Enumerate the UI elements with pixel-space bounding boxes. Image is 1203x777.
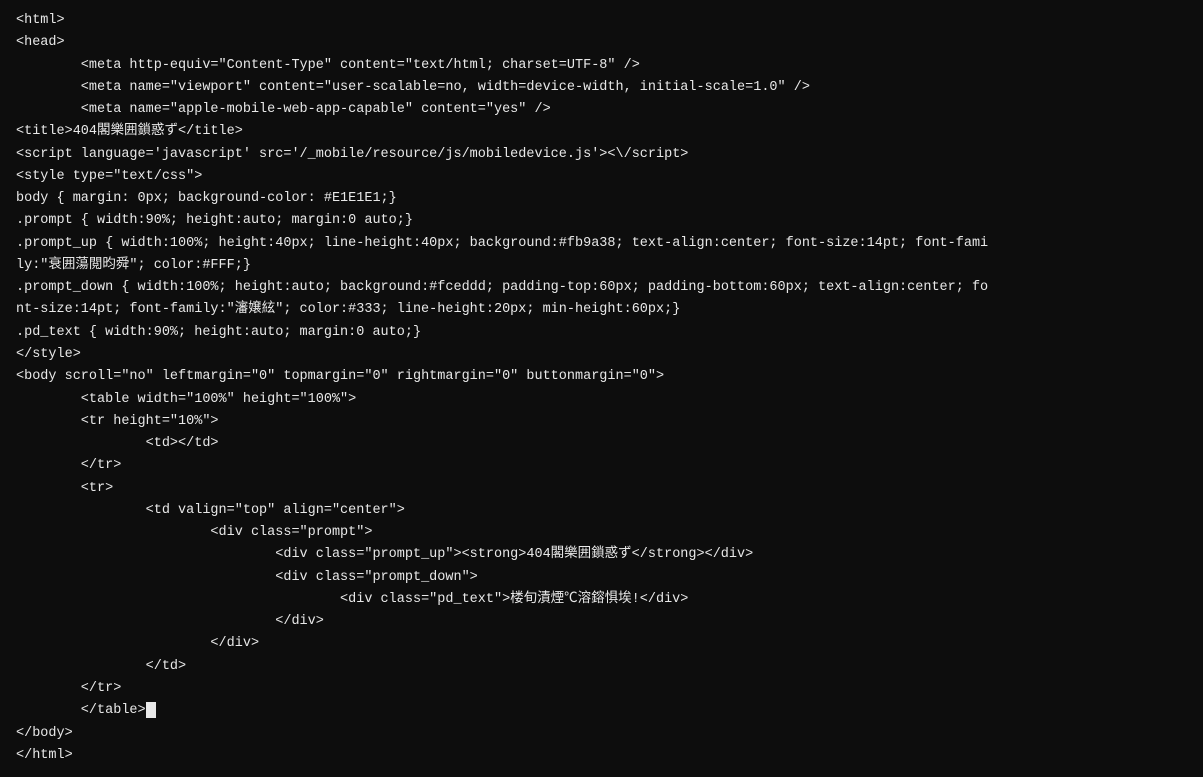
- code-line: ly:"衰囲蕩閲昀舜"; color:#FFF;}: [16, 255, 1187, 277]
- code-line: <td></td>: [16, 433, 1187, 455]
- code-line: <td valign="top" align="center">: [16, 500, 1187, 522]
- code-line: </div>: [16, 633, 1187, 655]
- code-line: <div class="prompt_up"><strong>404閣樂囲鎖惑ず…: [16, 544, 1187, 566]
- code-line: <meta name="apple-mobile-web-app-capable…: [16, 99, 1187, 121]
- code-line: </table>: [16, 700, 1187, 722]
- code-line: .prompt_up { width:100%; height:40px; li…: [16, 233, 1187, 255]
- code-line: <meta http-equiv="Content-Type" content=…: [16, 55, 1187, 77]
- text-cursor: [146, 702, 156, 718]
- code-line: <title>404閣樂囲鎖惑ず</title>: [16, 121, 1187, 143]
- code-line: </tr>: [16, 678, 1187, 700]
- code-line: <script language='javascript' src='/_mob…: [16, 144, 1187, 166]
- code-line: </style>: [16, 344, 1187, 366]
- code-line: <style type="text/css">: [16, 166, 1187, 188]
- code-line: <meta name="viewport" content="user-scal…: [16, 77, 1187, 99]
- code-line: <div class="prompt">: [16, 522, 1187, 544]
- code-line: </td>: [16, 656, 1187, 678]
- code-line: <div class="prompt_down">: [16, 567, 1187, 589]
- code-viewer: <html><head> <meta http-equiv="Content-T…: [0, 0, 1203, 777]
- code-line: .pd_text { width:90%; height:auto; margi…: [16, 322, 1187, 344]
- code-line: nt-size:14pt; font-family:"瀋嬢絃"; color:#…: [16, 299, 1187, 321]
- code-line: .prompt_down { width:100%; height:auto; …: [16, 277, 1187, 299]
- code-line: <table width="100%" height="100%">: [16, 389, 1187, 411]
- code-line: <tr height="10%">: [16, 411, 1187, 433]
- code-line: body { margin: 0px; background-color: #E…: [16, 188, 1187, 210]
- code-line: </tr>: [16, 455, 1187, 477]
- code-line: </body>: [16, 723, 1187, 745]
- code-line: <html>: [16, 10, 1187, 32]
- code-line: </div>: [16, 611, 1187, 633]
- code-line: <body scroll="no" leftmargin="0" topmarg…: [16, 366, 1187, 388]
- code-line: <tr>: [16, 478, 1187, 500]
- code-line: <div class="pd_text">楼旬漬煙℃溶鎔惧埃!</div>: [16, 589, 1187, 611]
- code-line: </html>: [16, 745, 1187, 767]
- code-line: .prompt { width:90%; height:auto; margin…: [16, 210, 1187, 232]
- code-line: <head>: [16, 32, 1187, 54]
